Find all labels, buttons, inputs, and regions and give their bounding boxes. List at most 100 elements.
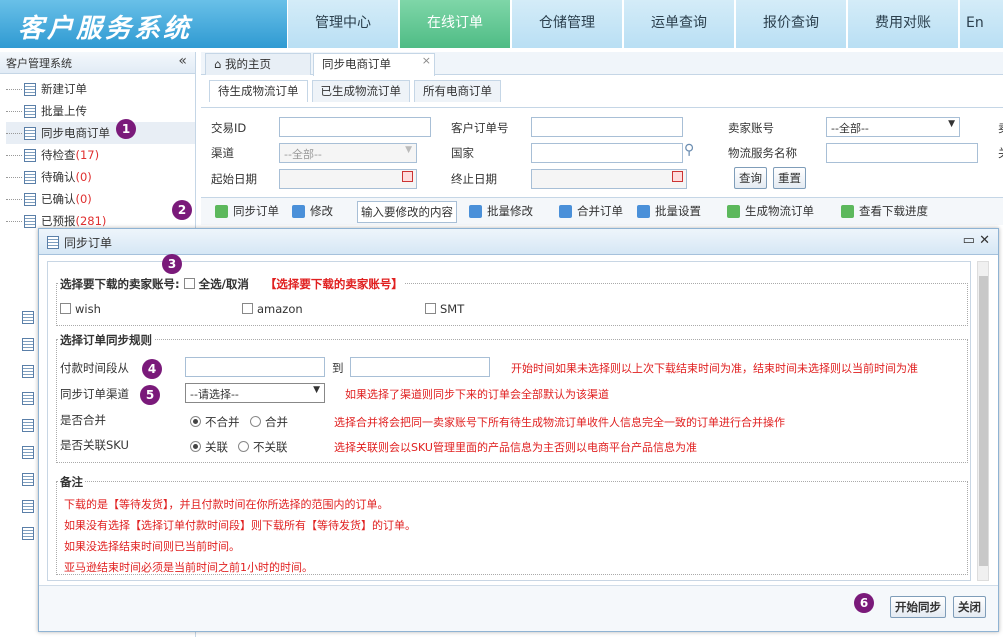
country-input[interactable] [531,143,683,163]
sidebar-header: 客户管理系统 « [0,52,195,74]
batch-edit-button[interactable]: 批量修改 [469,203,533,219]
nav-warehouse[interactable]: 仓储管理 [512,0,622,48]
close-button[interactable]: 关闭 [953,596,986,618]
account-wish[interactable]: wish [60,302,101,316]
trade-id-input[interactable] [279,117,431,137]
document-icon [24,82,36,96]
close-tab-icon[interactable]: × [422,51,431,71]
scrollbar-thumb[interactable] [979,276,988,566]
nav-billing[interactable]: 费用对账 [848,0,958,48]
calendar-icon[interactable] [672,171,683,182]
account-smt[interactable]: SMT [425,302,464,316]
calendar-icon[interactable] [402,171,413,182]
service-input[interactable] [826,143,978,163]
no-link-sku-option[interactable]: 不关联 [238,439,288,455]
document-icon [22,311,34,324]
sidebar-item-sync-orders[interactable]: 同步电商订单 [6,122,195,144]
pay-start-input[interactable] [185,357,325,377]
edit-content-input[interactable]: 输入要修改的内容 [357,201,457,223]
generate-logistics-button[interactable]: 生成物流订单 [727,203,814,219]
seller-account-label-cut: 卖 [998,120,1003,136]
service-label-cut: 关 [998,145,1003,161]
no-merge-option[interactable]: 不合并 [190,414,240,430]
account-amazon[interactable]: amazon [242,302,303,316]
pay-end-input[interactable] [350,357,490,377]
accounts-hint: 【选择要下载的卖家账号】 [264,277,403,291]
dropdown-arrow-icon: ▼ [948,119,955,129]
dialog-scrollbar[interactable] [977,261,989,581]
start-sync-button[interactable]: 开始同步 [890,596,946,618]
country-label: 国家 [451,146,474,160]
nav-online-orders[interactable]: 在线订单 [400,0,510,48]
account-checkbox[interactable] [425,303,436,314]
tab-generated-logistics[interactable]: 已生成物流订单 [311,80,410,102]
notes-title: 备注 [58,474,85,490]
sync-order-dialog: 同步订单 ▭ ✕ 选择要下载的卖家账号: 全选/取消 【选择要下载的卖家账号】 … [38,228,999,632]
account-checkbox[interactable] [60,303,71,314]
customer-order-input[interactable] [531,117,683,137]
channel-select[interactable]: --全部-- ▼ [279,143,417,163]
step-badge: 5 [140,385,160,405]
channel-hint: 如果选择了渠道则同步下来的订单会全部默认为该渠道 [345,388,609,401]
nav-more[interactable]: En [960,0,1003,48]
merge-option[interactable]: 合并 [250,414,288,430]
tab-sync-orders[interactable]: 同步电商订单 × [313,53,435,76]
radio-button[interactable] [250,416,261,427]
step-badge: 2 [172,200,192,220]
batch-setting-button[interactable]: 批量设置 [637,203,701,219]
tab-home[interactable]: ⌂ 我的主页 [205,53,311,75]
sidebar-item-batch-upload[interactable]: 批量上传 [6,100,195,122]
account-checkbox[interactable] [242,303,253,314]
sub-tabs: 待生成物流订单 已生成物流订单 所有电商订单 [209,80,505,102]
nav-waybill[interactable]: 运单查询 [624,0,734,48]
sidebar-item-to-check[interactable]: 待检查 (17) [6,144,195,166]
radio-button[interactable] [190,441,201,452]
tab-pending-logistics[interactable]: 待生成物流订单 [209,80,308,102]
count-badge: (17) [75,148,100,162]
merge-order-button[interactable]: 合并订单 [559,203,623,219]
radio-button[interactable] [238,441,249,452]
end-date-input[interactable] [531,169,687,189]
query-button[interactable]: 查询 [734,167,767,189]
nav-admin[interactable]: 管理中心 [288,0,398,48]
edit-icon [292,204,305,218]
document-icon [22,500,34,513]
step-badge: 1 [116,119,136,139]
seller-account-select[interactable]: --全部-- ▼ [826,117,960,137]
sidebar-item-to-confirm[interactable]: 待确认 (0) [6,166,195,188]
collapsed-tree-icons [22,308,36,551]
progress-icon [841,204,854,218]
service-label: 物流服务名称 [728,146,797,160]
document-icon [22,446,34,459]
sidebar-title: 客户管理系统 [6,57,72,70]
tab-all-orders[interactable]: 所有电商订单 [414,80,501,102]
document-icon [22,392,34,405]
select-all-checkbox[interactable] [183,278,195,289]
edit-icon [469,204,482,218]
start-date-input[interactable] [279,169,417,189]
count-badge: (0) [75,170,92,184]
filter-form: 交易ID 客户订单号 卖家账号 --全部--▼ 卖 渠道 --全部--▼ 国家 … [201,107,1003,197]
document-icon [24,104,36,118]
nav-quote[interactable]: 报价查询 [736,0,846,48]
note-line: 如果没选择结束时间则已当前时间。 [64,540,240,553]
radio-button[interactable] [190,416,201,427]
reset-button[interactable]: 重置 [773,167,806,189]
app-logo: 客户服务系统 [0,0,287,48]
sidebar-item-new-order[interactable]: 新建订单 [6,78,195,100]
edit-button[interactable]: 修改 [292,203,333,219]
search-icon[interactable]: ⚲ [684,142,694,158]
sidebar-item-confirmed[interactable]: 已确认 (0) [6,188,195,210]
link-sku-option[interactable]: 关联 [190,439,228,455]
document-icon [22,365,34,378]
maximize-icon[interactable]: ▭ [963,233,975,248]
close-icon[interactable]: ✕ [979,233,990,248]
channel-select[interactable]: --请选择-- ▼ [185,383,325,403]
document-icon [24,126,36,140]
sync-icon [215,204,228,218]
end-date-label: 终止日期 [451,172,497,186]
collapse-icon[interactable]: « [178,53,187,69]
sync-order-button[interactable]: 同步订单 [215,203,279,219]
download-progress-button[interactable]: 查看下载进度 [841,203,928,219]
document-icon [24,214,36,228]
